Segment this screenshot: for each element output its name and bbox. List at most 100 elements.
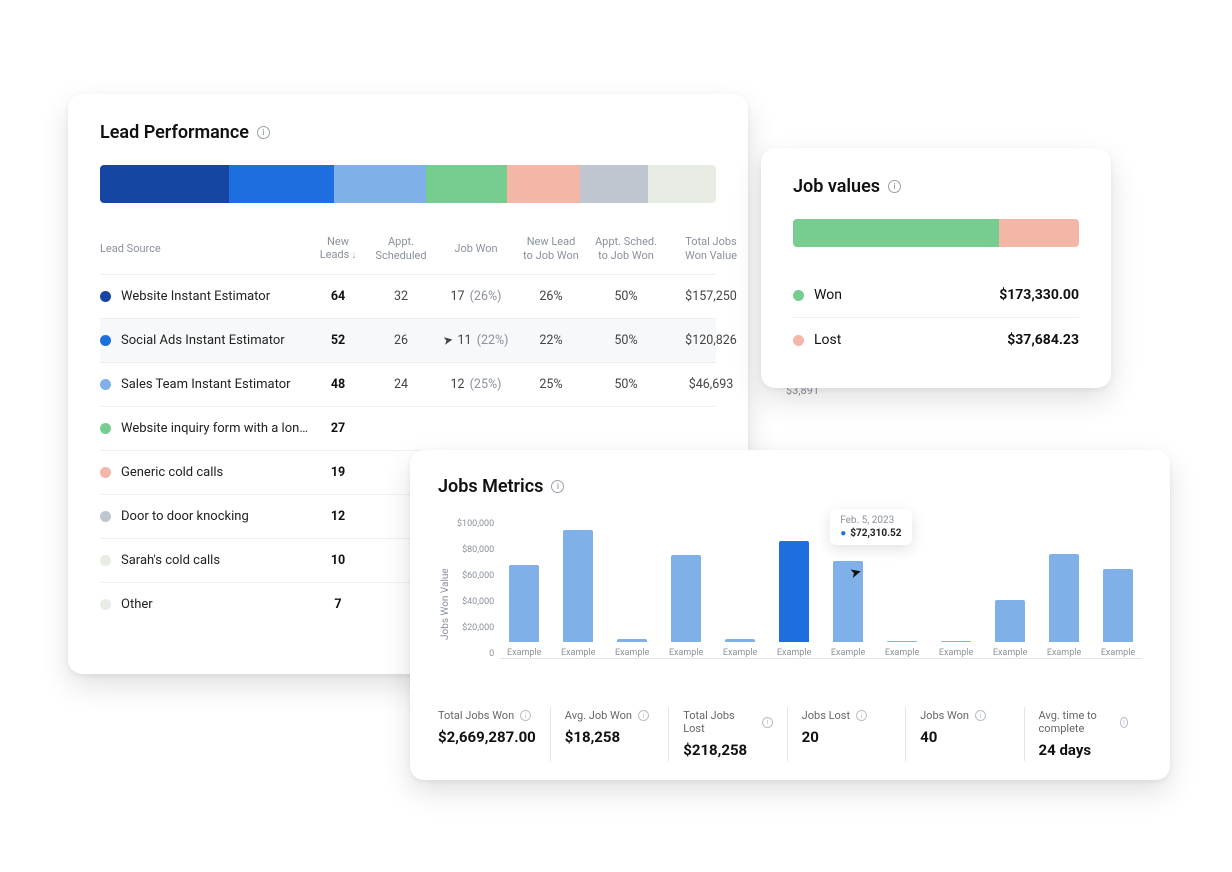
info-icon[interactable]: i [975,710,986,721]
bar[interactable] [1049,554,1079,642]
source-color-dot [100,511,111,522]
bar-column[interactable]: Example [1042,554,1086,658]
lead-bar-segment-4[interactable] [507,165,581,203]
cell-appt: 26 [366,333,436,348]
tooltip-value: $72,310.52 [850,528,901,539]
bar-x-label: Example [669,648,703,658]
cell-value: $46,693$3,891 [666,377,756,392]
job-values-segment-0[interactable] [793,219,999,247]
bar-column[interactable]: Example [502,565,546,658]
cell-value: $157,250 [666,289,756,304]
bar[interactable] [725,639,755,642]
source-name: Door to door knocking [121,509,249,524]
source-color-dot [100,291,111,302]
col-new-lead-to-job-won[interactable]: New Lead to Job Won [516,235,586,261]
bar-x-label: Example [1047,648,1081,658]
bar-column[interactable]: Example [718,639,762,658]
y-tick: $80,000 [457,545,494,555]
cell-nl-pct: 22% [516,333,586,348]
bar[interactable] [995,600,1025,642]
col-appt-scheduled[interactable]: Appt. Scheduled [366,235,436,261]
lead-bar-segment-1[interactable] [229,165,334,203]
info-icon[interactable]: i [888,180,901,193]
table-header: Lead Source New Leads↓ Appt. Scheduled J… [100,231,716,274]
lead-bar-segment-6[interactable] [648,165,716,203]
bar[interactable] [617,639,647,642]
info-icon[interactable]: i [520,710,531,721]
legend-dot [793,335,804,346]
summary-label: Jobs Won i [920,709,1009,722]
bar-x-label: Example [507,648,541,658]
cell-appt: 24 [366,377,436,392]
cell-new-leads: 10 [310,553,366,568]
bar[interactable] [1103,569,1133,642]
info-icon[interactable]: i [551,480,564,493]
bar-column[interactable]: Example [988,600,1032,658]
cell-ap-pct: 50% [586,333,666,348]
source-name: Generic cold calls [121,465,223,480]
summary-value: $2,669,287.00 [438,728,536,746]
bar-column[interactable]: Example [934,641,978,658]
col-new-leads[interactable]: New Leads↓ [310,235,366,262]
bar[interactable] [671,555,701,642]
source-color-dot [100,467,111,478]
source-name: Website inquiry form with a long … [121,421,310,436]
bar-column[interactable]: Example [880,641,924,658]
cell-new-leads: 19 [310,465,366,480]
table-row[interactable]: Sales Team Instant Estimator482412 (25%)… [100,362,716,406]
lead-bar-segment-0[interactable] [100,165,229,203]
info-icon[interactable]: i [762,717,773,728]
col-appt-to-job-won[interactable]: Appt. Sched. to Job Won [586,235,666,261]
bar-column[interactable]: Example [556,530,600,658]
lead-performance-title: Lead Performance i [100,122,716,143]
table-row[interactable]: Website inquiry form with a long …27 [100,406,716,450]
bar-column[interactable]: Example [772,541,816,658]
bar-x-label: Example [723,648,757,658]
col-job-won[interactable]: Job Won [436,242,516,255]
legend-value: $37,684.23 [1007,332,1079,348]
info-icon[interactable]: i [856,710,867,721]
legend-label: Lost [814,332,841,348]
bar-column[interactable]: Example [610,639,654,658]
cell-appt: 32 [366,289,436,304]
cell-ap-pct: 50% [586,377,666,392]
col-total-value[interactable]: Total Jobs Won Value [666,235,756,261]
info-icon[interactable]: i [1120,717,1128,728]
source-name: Sales Team Instant Estimator [121,377,291,392]
source-name: Website Instant Estimator [121,289,270,304]
col-source[interactable]: Lead Source [100,242,310,255]
y-axis-label: Jobs Won Value [438,519,451,689]
bar-column[interactable]: Example [1096,569,1140,658]
lead-bar-segment-2[interactable] [334,165,426,203]
source-name: Other [121,597,153,612]
lead-bar-segment-5[interactable] [580,165,648,203]
sort-desc-icon: ↓ [351,250,356,261]
cell-nl-pct: 25% [516,377,586,392]
title-text: Lead Performance [100,122,249,143]
bar-x-label: Example [993,648,1027,658]
bar[interactable] [509,565,539,642]
metrics-summary: Total Jobs Won i$2,669,287.00Avg. Job Wo… [438,707,1142,761]
bar[interactable] [941,641,971,642]
y-tick: 0 [457,649,494,659]
lead-bar-segment-3[interactable] [426,165,506,203]
source-color-dot [100,599,111,610]
job-values-segment-1[interactable] [999,219,1079,247]
bar-column[interactable]: Example [826,561,870,658]
jobs-metrics-title: Jobs Metrics i [438,476,1142,497]
summary-value: 24 days [1039,741,1128,759]
bar[interactable] [563,530,593,642]
bar-area[interactable]: Feb. 5, 2023 ●$72,310.52 ➤ ExampleExampl… [500,519,1142,659]
bar[interactable] [833,561,863,642]
bar[interactable] [779,541,809,642]
source-color-dot [100,423,111,434]
table-row[interactable]: Website Instant Estimator643217 (26%)26%… [100,274,716,318]
summary-label: Avg. Job Won i [565,709,654,722]
cell-new-leads: 27 [310,421,366,436]
info-icon[interactable]: i [257,126,270,139]
bar[interactable] [887,641,917,642]
bar-column[interactable]: Example [664,555,708,658]
chart-tooltip: Feb. 5, 2023 ●$72,310.52 [830,509,911,545]
info-icon[interactable]: i [638,710,649,721]
table-row[interactable]: Social Ads Instant Estimator5226➤11 (22%… [100,318,716,362]
